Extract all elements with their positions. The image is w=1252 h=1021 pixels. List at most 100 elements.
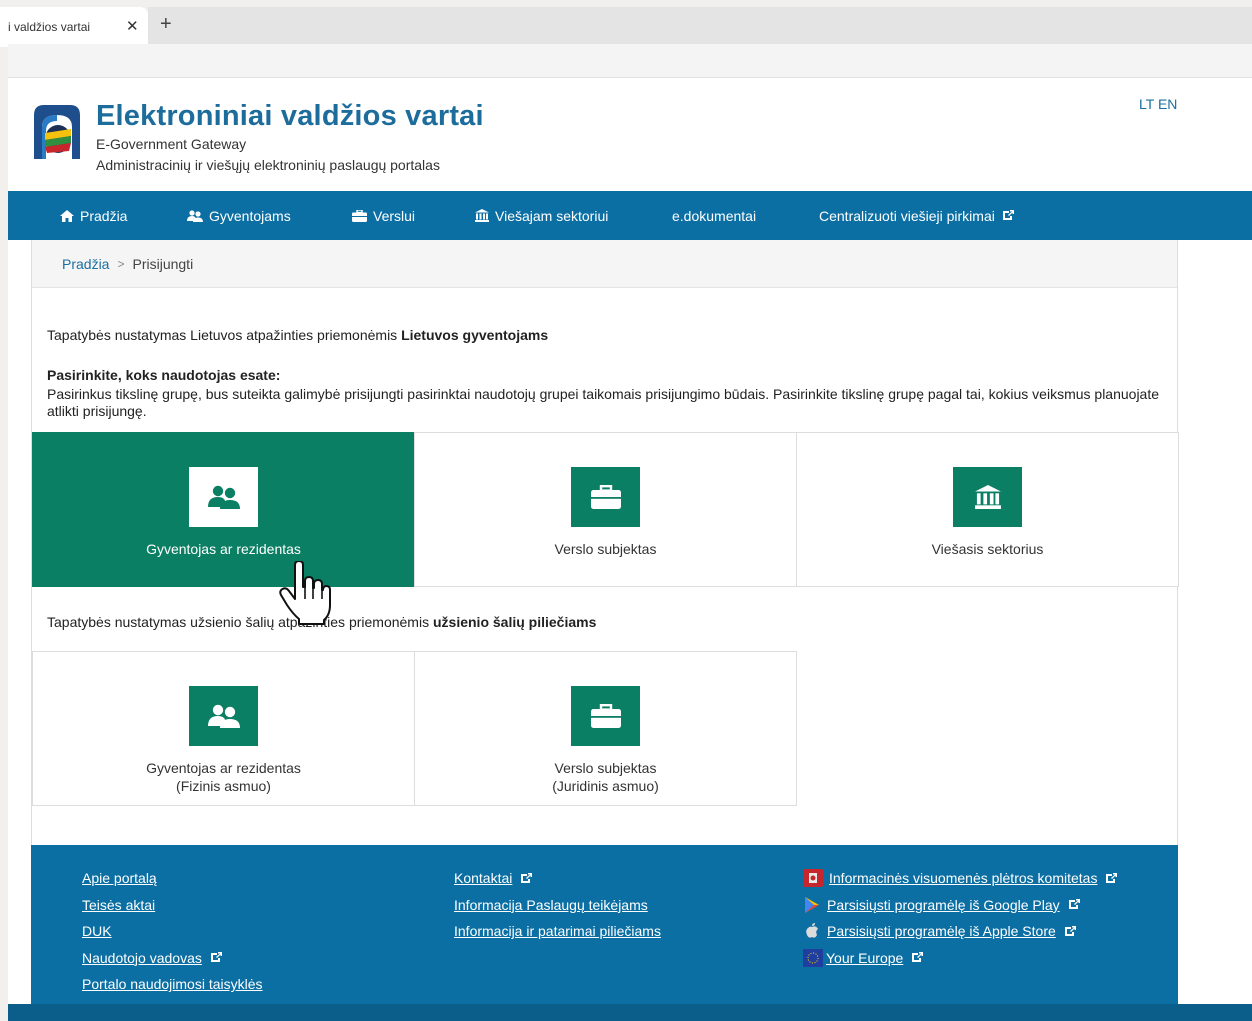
card-icon-box [953, 467, 1022, 527]
ivpk-logo-icon [803, 869, 823, 888]
footer-link-label: Parsisiųsti programėlę iš Apple Store [827, 923, 1056, 940]
nav-item-centralizuoti-pirkimai[interactable]: Centralizuoti viešieji pirkimai [819, 191, 1014, 240]
nav-item-edokumentai[interactable]: e.dokumentai [672, 191, 756, 240]
nav-item-viesajam-sektoriui[interactable]: Viešajam sektoriui [475, 191, 608, 240]
breadcrumb-separator: > [117, 256, 125, 271]
footer-link-ivpk[interactable]: Informacinės visuomenės plėtros komiteta… [803, 865, 1118, 892]
briefcase-icon [590, 704, 621, 728]
external-link-icon [521, 872, 533, 883]
footer-link-apple-store[interactable]: Parsisiųsti programėlę iš Apple Store [803, 918, 1117, 945]
nav-label: Verslui [373, 207, 416, 224]
card-foreign-verslo-subjektas[interactable]: Verslo subjektas (Juridinis asmuo) [414, 651, 797, 806]
lt-user-type-grid: Gyventojas ar rezidentas Verslo subjekta… [32, 432, 1179, 587]
nav-item-pradzia[interactable]: Pradžia [60, 191, 127, 240]
card-verslo-subjektas[interactable]: Verslo subjektas [414, 432, 797, 587]
footer-link-label: Informacinės visuomenės plėtros komiteta… [829, 870, 1098, 887]
browser-tab[interactable]: i valdžios vartai ✕ [0, 7, 148, 47]
external-link-icon [1068, 899, 1080, 910]
card-viesasis-sektorius[interactable]: Viešasis sektorius [796, 432, 1179, 587]
footer-link-paslaugu-teikejams[interactable]: Informacija Paslaugų teikėjams [454, 892, 661, 919]
apple-icon [803, 922, 821, 940]
briefcase-icon [352, 209, 367, 222]
site-title[interactable]: Elektroniniai valdžios vartai [96, 100, 484, 133]
card-label: Verslo subjektas (Juridinis asmuo) [552, 759, 659, 795]
footer-link-teises-aktai[interactable]: Teisės aktai [82, 892, 263, 919]
foreign-intro-text: Tapatybės nustatymas užsienio šalių atpa… [47, 614, 430, 630]
nav-label: Viešajam sektoriui [495, 207, 609, 224]
site-subtitle: E-Government Gateway [96, 136, 247, 152]
lt-intro-bold: Lietuvos gyventojams [401, 327, 549, 343]
footer-link-label: Your Europe [826, 949, 904, 966]
people-icon [207, 485, 240, 509]
card-label-line2: (Fizinis asmuo) [176, 778, 271, 794]
lang-en-link[interactable]: EN [1158, 96, 1177, 112]
footer-column-2: Kontaktai Informacija Paslaugų teikėjams… [454, 865, 661, 945]
people-icon [207, 704, 240, 728]
footer-link-label: Teisės aktai [82, 896, 156, 913]
footer-link-duk[interactable]: DUK [82, 918, 263, 945]
footer-link-naudotojo-vadovas[interactable]: Naudotojo vadovas [82, 945, 263, 972]
footer-link-google-play[interactable]: Parsisiųsti programėlę iš Google Play [803, 892, 1117, 919]
nav-label: Gyventojams [209, 207, 291, 224]
footer-link-your-europe[interactable]: Your Europe [803, 945, 1117, 972]
nav-label: Pradžia [80, 207, 128, 224]
home-icon [60, 209, 74, 222]
choose-heading: Pasirinkite, koks naudotojas esate: [47, 367, 281, 383]
card-gyventojas[interactable]: Gyventojas ar rezidentas [32, 432, 415, 587]
footer-link-label: Informacija ir patarimai piliečiams [454, 923, 661, 940]
main-content: Pradžia > Prisijungti Tapatybės nustatym… [31, 240, 1179, 845]
card-icon-box [189, 467, 258, 527]
footer-link-label: Kontaktai [454, 870, 513, 887]
institution-icon [475, 209, 489, 222]
lt-intro-text: Tapatybės nustatymas Lietuvos atpažintie… [47, 327, 398, 343]
close-tab-icon[interactable]: ✕ [126, 17, 139, 35]
nav-item-gyventojams[interactable]: Gyventojams [187, 191, 291, 240]
footer-link-label: Naudotojo vadovas [82, 949, 202, 966]
browser-tab-title: i valdžios vartai [8, 20, 91, 34]
card-foreign-gyventojas[interactable]: Gyventojas ar rezidentas (Fizinis asmuo) [32, 651, 415, 806]
card-label: Viešasis sektorius [931, 541, 1044, 557]
footer-link-apie-portala[interactable]: Apie portalą [82, 865, 263, 892]
external-link-icon [210, 952, 222, 963]
footer-column-3: Informacinės visuomenės plėtros komiteta… [803, 865, 1118, 972]
site-tagline: Administracinių ir viešųjų elektroninių … [96, 157, 440, 173]
card-icon-box [189, 686, 258, 746]
briefcase-icon [590, 485, 621, 509]
footer: Apie portalą Teisės aktai DUK Naudotojo … [31, 845, 1178, 1021]
footer-bottom-bar [8, 1004, 1252, 1021]
footer-link-portalo-taisykles[interactable]: Portalo naudojimosi taisyklės [82, 971, 263, 998]
gateway-logo-icon[interactable] [30, 101, 84, 161]
footer-link-label: DUK [82, 923, 112, 940]
footer-link-patarimai-pilieciams[interactable]: Informacija ir patarimai piliečiams [454, 918, 661, 945]
nav-item-verslui[interactable]: Verslui [352, 191, 415, 240]
footer-link-label: Informacija Paslaugų teikėjams [454, 896, 648, 913]
foreign-intro-bold: užsienio šalių piliečiams [432, 614, 597, 630]
web-page: LT EN Elektroniniai valdžios vartai E-Go… [8, 78, 1252, 1021]
breadcrumb-current: Prisijungti [132, 255, 194, 272]
card-label: Gyventojas ar rezidentas (Fizinis asmuo) [146, 759, 301, 795]
card-label-line2: (Juridinis asmuo) [552, 778, 659, 794]
new-tab-button[interactable]: + [160, 14, 172, 34]
footer-link-label: Portalo naudojimosi taisyklės [82, 976, 263, 993]
card-label: Verslo subjektas [554, 541, 657, 557]
card-label-line1: Verslo subjektas [554, 760, 657, 776]
tab-strip-empty [148, 7, 1252, 44]
external-link-icon [1106, 872, 1118, 883]
lang-lt-link[interactable]: LT [1139, 96, 1154, 112]
breadcrumb-home-link[interactable]: Pradžia [62, 256, 109, 272]
card-icon-box [571, 467, 640, 527]
breadcrumb: Pradžia > Prisijungti [32, 240, 1177, 288]
language-switcher: LT EN [1139, 96, 1177, 112]
footer-column-1: Apie portalą Teisės aktai DUK Naudotojo … [82, 865, 263, 998]
card-label: Gyventojas ar rezidentas [146, 541, 301, 557]
institution-icon [974, 485, 1001, 509]
people-icon [187, 209, 203, 222]
card-label-line1: Gyventojas ar rezidentas [146, 760, 301, 776]
external-link-icon [1002, 210, 1014, 220]
footer-link-label: Apie portalą [82, 870, 157, 887]
footer-link-kontaktai[interactable]: Kontaktai [454, 865, 661, 892]
footer-link-label: Parsisiųsti programėlę iš Google Play [827, 896, 1060, 913]
choose-description: Pasirinkus tikslinę grupę, bus suteikta … [47, 386, 1160, 419]
foreign-user-type-grid: Gyventojas ar rezidentas (Fizinis asmuo)… [32, 651, 797, 806]
main-navigation: Pradžia Gyventojams Verslui Viešajam sek… [8, 191, 1252, 240]
